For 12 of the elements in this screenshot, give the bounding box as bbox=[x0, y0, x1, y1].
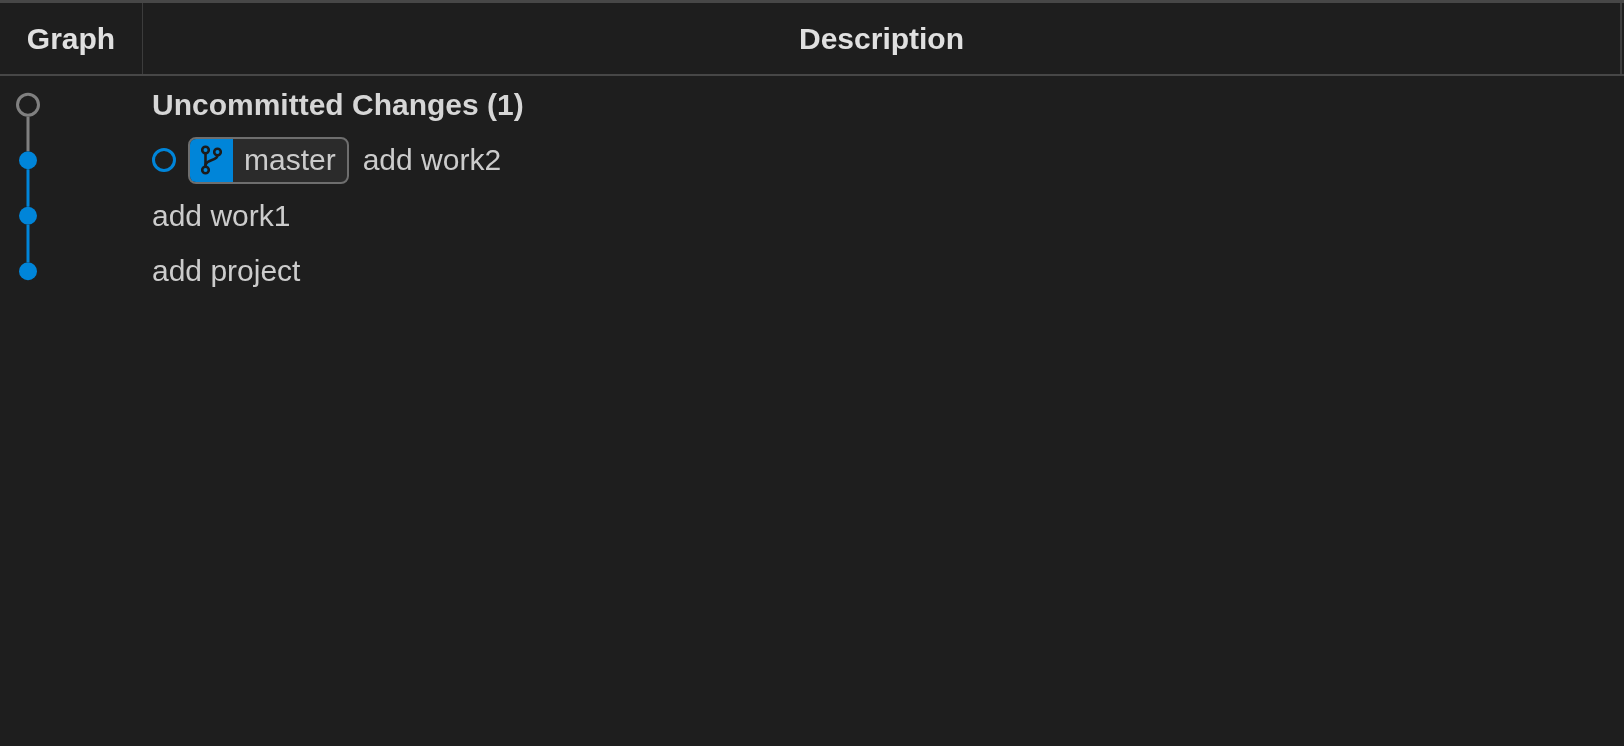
branch-icon bbox=[190, 138, 233, 182]
graph-edge bbox=[26, 169, 30, 207]
graph-edge bbox=[26, 224, 30, 263]
commit-message[interactable]: add project bbox=[152, 253, 301, 290]
commit-message[interactable]: add work2 bbox=[362, 142, 502, 179]
branch-label[interactable]: master bbox=[188, 136, 349, 184]
column-header: Graph bbox=[0, 3, 143, 74]
uncommitted-changes-label[interactable]: Uncommitted Changes (1) bbox=[152, 86, 524, 123]
graph-edge bbox=[26, 116, 30, 152]
branch-name: master bbox=[243, 142, 337, 179]
column-header: Description bbox=[143, 3, 1622, 74]
commit-message[interactable]: add work1 bbox=[152, 197, 291, 234]
